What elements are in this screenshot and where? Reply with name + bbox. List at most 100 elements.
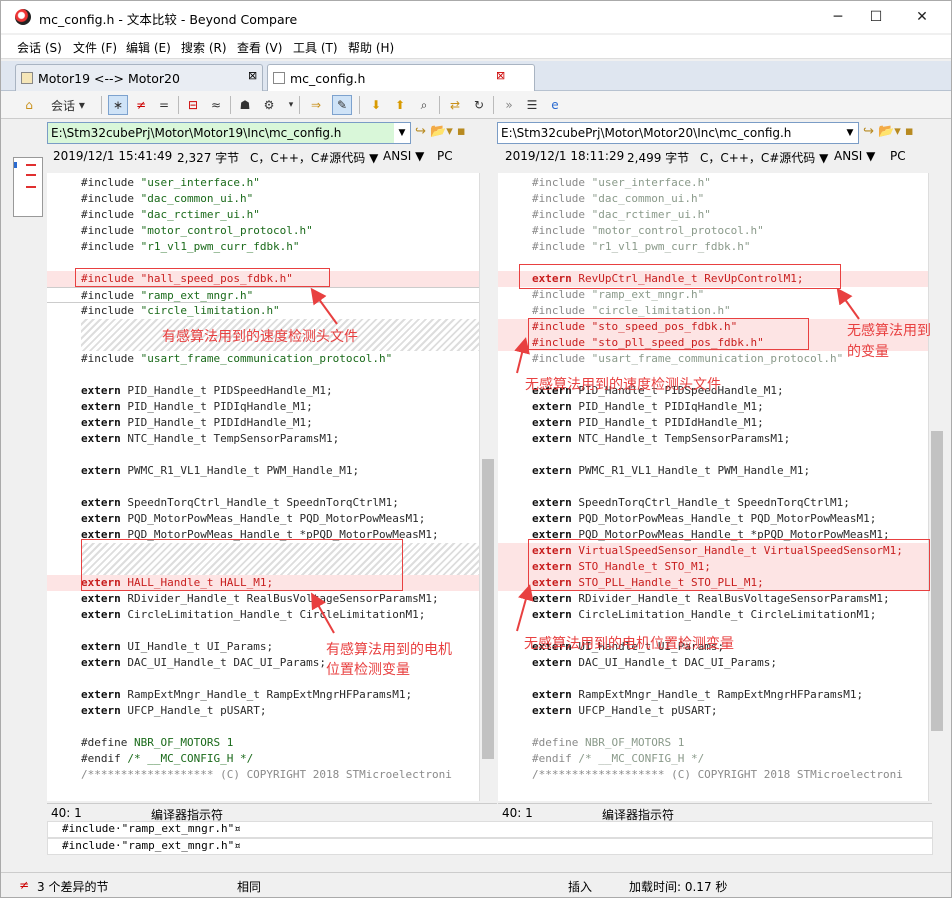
code-line[interactable]: extern PQD_MotorPowMeas_Handle_t PQD_Mot… [498, 511, 928, 527]
find-icon[interactable]: ⌕ [414, 95, 434, 115]
code-line[interactable]: #define NBR_OF_MOTORS 1 [498, 735, 928, 751]
right-encoding[interactable]: ANSI ▼ [834, 149, 875, 163]
menu-view[interactable]: 查看 (V) [237, 39, 282, 56]
code-line[interactable] [47, 719, 479, 735]
code-line[interactable]: extern STO_PLL_Handle_t STO_PLL_M1; [498, 575, 928, 591]
code-line[interactable]: extern SpeednTorqCtrl_Handle_t SpeednTor… [498, 495, 928, 511]
home-icon[interactable]: ⌂ [19, 95, 39, 115]
code-line[interactable]: extern PWMC_R1_VL1_Handle_t PWM_Handle_M… [47, 463, 479, 479]
chevron-down-icon[interactable]: ▼ [842, 123, 858, 143]
code-line[interactable]: #include "dac_common_ui.h" [47, 191, 479, 207]
chevron-down-icon[interactable]: ▼ [394, 123, 410, 143]
menu-file[interactable]: 文件 (F) [73, 39, 117, 56]
code-line[interactable]: #include "dac_rctimer_ui.h" [498, 207, 928, 223]
menu-tools[interactable]: 工具 (T) [293, 39, 338, 56]
left-encoding[interactable]: ANSI ▼ [383, 149, 424, 163]
code-line[interactable] [498, 255, 928, 271]
code-line[interactable]: extern NTC_Handle_t TempSensorParamsM1; [498, 431, 928, 447]
code-line[interactable]: extern PID_Handle_t PIDIqHandle_M1; [47, 399, 479, 415]
tab-folder-compare[interactable]: Motor19 <--> Motor20 ⊠ [15, 64, 263, 91]
code-line[interactable]: extern PID_Handle_t PIDIqHandle_M1; [498, 399, 928, 415]
code-line[interactable]: #endif /* __MC_CONFIG_H */ [47, 751, 479, 767]
right-lineend[interactable]: PC [890, 149, 906, 163]
code-line[interactable]: #include "r1_vl1_pwm_curr_fdbk.h" [498, 239, 928, 255]
code-line[interactable]: #include "motor_control_protocol.h" [498, 223, 928, 239]
menu-help[interactable]: 帮助 (H) [348, 39, 394, 56]
menu-session[interactable]: 会话 (S) [17, 39, 62, 56]
code-line[interactable]: extern HALL_Handle_t HALL_M1; [47, 575, 479, 591]
close-button[interactable]: ✕ [899, 1, 945, 33]
code-line[interactable]: #include "circle_limitation.h" [47, 303, 479, 319]
list-icon[interactable]: ☰ [522, 95, 542, 115]
code-line[interactable]: extern PQD_MotorPowMeas_Handle_t *pPQD_M… [47, 527, 479, 543]
code-line[interactable]: #define NBR_OF_MOTORS 1 [47, 735, 479, 751]
code-line[interactable]: extern VirtualSpeedSensor_Handle_t Virtu… [498, 543, 928, 559]
compare-horizontal-scrollbar[interactable] [47, 856, 933, 870]
code-line[interactable]: #include "circle_limitation.h" [498, 303, 928, 319]
code-line[interactable]: /******************* (C) COPYRIGHT 2018 … [47, 767, 479, 783]
code-line[interactable]: extern RDivider_Handle_t RealBusVoltageS… [47, 591, 479, 607]
right-open-icons[interactable]: ↪ 📂▾ ▪ [863, 124, 914, 139]
code-line[interactable]: #include "ramp_ext_mngr.h" [47, 287, 479, 303]
prev-diff-icon[interactable]: ⬆ [390, 95, 410, 115]
edit-icon[interactable]: ✎ [332, 95, 352, 115]
refresh-icon[interactable]: ↻ [469, 95, 489, 115]
code-line[interactable]: #include "dac_common_ui.h" [498, 191, 928, 207]
code-line[interactable] [47, 447, 479, 463]
code-line[interactable] [47, 367, 479, 383]
next-diff-icon[interactable]: ⬇ [366, 95, 386, 115]
code-line[interactable]: extern PID_Handle_t PIDSpeedHandle_M1; [47, 383, 479, 399]
code-line[interactable] [47, 671, 479, 687]
rules-icon[interactable]: ☗ [235, 95, 255, 115]
code-line[interactable]: extern PWMC_R1_VL1_Handle_t PWM_Handle_M… [498, 463, 928, 479]
code-line[interactable] [498, 671, 928, 687]
tab-close-icon[interactable]: ⊠ [248, 69, 257, 82]
code-line[interactable]: #endif /* __MC_CONFIG_H */ [498, 751, 928, 767]
show-diff-icon[interactable]: ≠ [131, 95, 151, 115]
code-line[interactable] [498, 447, 928, 463]
code-line[interactable]: extern UFCP_Handle_t pUSART; [47, 703, 479, 719]
overview-ruler[interactable] [13, 157, 43, 217]
left-open-icons[interactable]: ↪ 📂▾ ▪ [415, 124, 466, 139]
code-line[interactable]: #include "user_interface.h" [498, 175, 928, 191]
right-path-input[interactable]: E:\Stm32cubePrj\Motor\Motor20\Inc\mc_con… [497, 122, 859, 144]
code-line[interactable]: extern PQD_MotorPowMeas_Handle_t *pPQD_M… [498, 527, 928, 543]
code-line[interactable]: extern CircleLimitation_Handle_t CircleL… [498, 607, 928, 623]
scrollbar-thumb[interactable] [482, 459, 494, 759]
tab-close-icon[interactable]: ⊠ [496, 69, 505, 82]
right-format[interactable]: C，C++，C#源代码 ▼ [700, 149, 828, 166]
code-line[interactable]: extern NTC_Handle_t TempSensorParamsM1; [47, 431, 479, 447]
copy-to-right-icon[interactable]: ⇒ [306, 95, 326, 115]
code-line[interactable]: #include "motor_control_protocol.h" [47, 223, 479, 239]
code-line[interactable]: #include "hall_speed_pos_fdbk.h" [47, 271, 479, 287]
tab-text-compare[interactable]: mc_config.h ⊠ [267, 64, 535, 92]
code-line[interactable] [47, 479, 479, 495]
code-line[interactable]: extern RevUpCtrl_Handle_t RevUpControlM1… [498, 271, 928, 287]
code-line[interactable]: extern CircleLimitation_Handle_t CircleL… [47, 607, 479, 623]
left-format[interactable]: C，C++，C#源代码 ▼ [250, 149, 378, 166]
menu-search[interactable]: 搜索 (R) [181, 39, 227, 56]
format-icon[interactable]: ⚙ [259, 95, 279, 115]
context-icon[interactable]: ⊟ [183, 95, 203, 115]
code-line[interactable] [47, 255, 479, 271]
code-line[interactable]: extern PQD_MotorPowMeas_Handle_t PQD_Mot… [47, 511, 479, 527]
right-vertical-scrollbar[interactable] [928, 173, 945, 801]
show-same-icon[interactable]: = [154, 95, 174, 115]
swap-icon[interactable]: ⇄ [445, 95, 465, 115]
minor-icon[interactable]: ≈ [206, 95, 226, 115]
expand-icon[interactable]: » [499, 95, 519, 115]
web-icon[interactable]: e [545, 95, 565, 115]
code-line[interactable]: extern PID_Handle_t PIDIdHandle_M1; [47, 415, 479, 431]
menu-edit[interactable]: 编辑 (E) [126, 39, 171, 56]
code-line[interactable]: #include "ramp_ext_mngr.h" [498, 287, 928, 303]
format-dropdown-icon[interactable]: ▾ [281, 95, 301, 115]
code-line[interactable]: extern PID_Handle_t PIDIdHandle_M1; [498, 415, 928, 431]
code-line[interactable]: extern SpeednTorqCtrl_Handle_t SpeednTor… [47, 495, 479, 511]
left-path-input[interactable]: E:\Stm32cubePrj\Motor\Motor19\Inc\mc_con… [47, 122, 411, 144]
left-vertical-scrollbar[interactable] [479, 173, 496, 801]
code-line[interactable]: /******************* (C) COPYRIGHT 2018 … [498, 767, 928, 783]
code-line[interactable]: extern RampExtMngr_Handle_t RampExtMngrH… [498, 687, 928, 703]
left-text-pane[interactable]: #include "user_interface.h" #include "dac… [47, 173, 479, 801]
code-line[interactable]: #include "usart_frame_communication_prot… [47, 351, 479, 367]
code-line[interactable] [498, 719, 928, 735]
